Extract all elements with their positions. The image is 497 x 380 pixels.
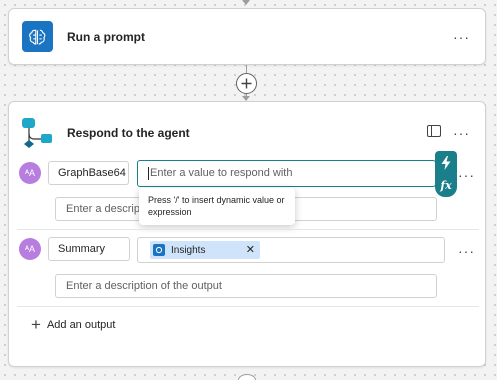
text-caret: [148, 166, 149, 180]
connector-arrow-top: [242, 0, 250, 5]
output-name-field[interactable]: GraphBase64: [48, 161, 129, 185]
output-value-input[interactable]: Enter a value to respond with: [137, 160, 436, 187]
output-name-field[interactable]: Summary: [48, 237, 130, 261]
action-card-run-prompt[interactable]: Run a prompt ···: [8, 8, 486, 65]
value-placeholder: Enter a value to respond with: [150, 167, 293, 179]
insert-step-button[interactable]: [236, 73, 257, 94]
side-panel-icon[interactable]: [427, 125, 441, 137]
dynamic-value-tooltip: Press '/' to insert dynamic value or exp…: [139, 188, 295, 225]
output-value-input[interactable]: Insights ✕: [137, 237, 445, 263]
row-divider: [17, 229, 479, 230]
row-divider: [17, 306, 479, 307]
avatar: ᴬA: [19, 238, 41, 260]
insert-step-button-bottom[interactable]: [238, 374, 256, 380]
expression-button[interactable]: fx: [440, 179, 451, 192]
brain-icon: [22, 21, 53, 52]
action-title: Run a prompt: [67, 30, 145, 44]
output-description-field[interactable]: Enter a description of the output: [55, 274, 437, 298]
more-options-button[interactable]: ···: [458, 168, 475, 182]
more-options-button[interactable]: ···: [453, 126, 470, 140]
dynamic-content-rail[interactable]: fx: [435, 151, 457, 197]
avatar: ᴬA: [19, 162, 41, 184]
dynamic-token[interactable]: Insights ✕: [150, 241, 260, 259]
action-card-respond-to-agent[interactable]: Respond to the agent ··· ᴬA GraphBase64 …: [8, 101, 486, 367]
connector-middle: [246, 65, 247, 73]
more-options-button[interactable]: ···: [458, 244, 475, 258]
lightning-icon[interactable]: [440, 155, 452, 170]
flow-nodes-icon: [22, 118, 52, 148]
remove-token-icon[interactable]: ✕: [246, 243, 255, 256]
add-output-button[interactable]: + Add an output: [31, 315, 116, 334]
more-options-button[interactable]: ···: [453, 30, 470, 44]
token-label: Insights: [171, 244, 206, 256]
add-output-label: Add an output: [46, 319, 116, 331]
plus-icon: [241, 78, 252, 89]
action-title: Respond to the agent: [67, 126, 190, 140]
brain-icon: [153, 244, 165, 256]
plus-icon: +: [31, 315, 41, 334]
